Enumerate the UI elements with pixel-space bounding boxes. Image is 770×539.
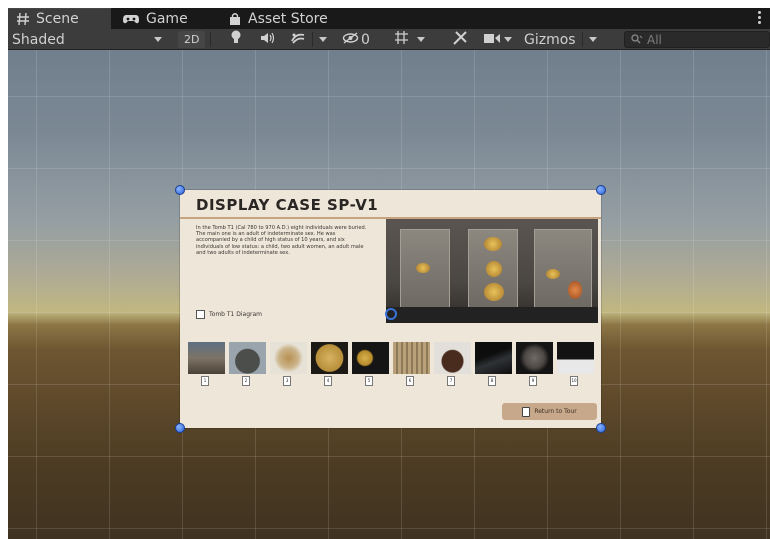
thumbnail-number: 5	[365, 376, 373, 386]
gamepad-icon	[122, 12, 140, 26]
audio-toggle-button[interactable]	[260, 29, 276, 50]
tab-asset-store-label: Asset Store	[248, 10, 328, 27]
chevron-down-icon	[504, 37, 512, 42]
lightbulb-icon	[230, 30, 242, 49]
scene-visibility-toggle[interactable]: 0	[342, 29, 370, 50]
chevron-down-icon	[417, 37, 425, 42]
pivot-handle[interactable]	[385, 308, 397, 320]
tab-game[interactable]: Game	[114, 8, 200, 29]
artifact-thumbnail[interactable]	[270, 342, 307, 374]
camera-icon	[484, 32, 500, 48]
thumbnail-number: 2	[242, 376, 250, 386]
tomb-diagram-label: Tomb T1 Diagram	[209, 311, 263, 318]
artifact-thumbnail[interactable]	[352, 342, 389, 374]
hash-icon	[16, 12, 30, 26]
tab-bar: Scene Game Asset Store	[8, 8, 770, 29]
effects-icon	[290, 31, 306, 49]
effects-dropdown[interactable]	[290, 29, 327, 50]
grid-icon	[394, 30, 409, 49]
gizmos-label: Gizmos	[524, 31, 576, 48]
search-placeholder: All	[647, 32, 662, 47]
thumbnail-number: 10	[570, 376, 578, 386]
shading-mode-dropdown[interactable]: Shaded	[12, 29, 162, 50]
camera-dropdown[interactable]	[484, 29, 512, 50]
more-options-icon[interactable]	[758, 11, 762, 25]
artifact-thumbnail[interactable]	[311, 342, 348, 374]
tab-scene[interactable]: Scene	[8, 8, 111, 29]
rect-handle-top-left[interactable]	[175, 185, 185, 195]
lighting-toggle-button[interactable]	[230, 29, 242, 50]
wrench-icon	[452, 30, 468, 50]
tomb-diagram-link[interactable]: Tomb T1 Diagram	[196, 310, 262, 319]
door-icon	[522, 406, 531, 417]
rect-handle-bottom-right[interactable]	[596, 423, 606, 433]
artifact-thumbnail[interactable]	[475, 342, 512, 374]
thumbnail-number: 6	[406, 376, 414, 386]
shopping-bag-icon	[228, 12, 242, 26]
thumbnail-number: 4	[324, 376, 332, 386]
speaker-icon	[260, 32, 276, 48]
hidden-count: 0	[361, 31, 370, 48]
artifact-thumbnail[interactable]	[229, 342, 266, 374]
scene-toolbar: Shaded 2D 0 Gizmos All	[8, 29, 770, 50]
artifact-thumbnail[interactable]	[434, 342, 471, 374]
hidden-eye-icon	[342, 31, 359, 48]
tab-game-label: Game	[146, 10, 188, 27]
thumbnail-number: 8	[488, 376, 496, 386]
thumbnail-number: 1	[201, 376, 209, 386]
artifact-thumbnail[interactable]	[188, 342, 225, 374]
thumbnail-number: 7	[447, 376, 455, 386]
thumbnail-number: 9	[529, 376, 537, 386]
gizmos-dropdown[interactable]: Gizmos	[524, 29, 597, 50]
toggle-2d-button[interactable]: 2D	[178, 31, 206, 48]
chevron-down-icon	[588, 37, 597, 42]
document-icon	[196, 310, 205, 319]
tab-asset-store[interactable]: Asset Store	[220, 8, 350, 29]
scene-viewport[interactable]: DISPLAY CASE SP-V1 In the Tomb T1 (Cal 7…	[8, 50, 770, 539]
search-input[interactable]: All	[624, 31, 770, 48]
tab-scene-label: Scene	[36, 11, 79, 27]
display-case-photo	[386, 219, 598, 323]
return-to-tour-label: Return to Tour	[534, 408, 577, 415]
toggle-2d-label: 2D	[184, 33, 200, 46]
shading-mode-label: Shaded	[12, 31, 65, 48]
chevron-down-icon	[154, 37, 162, 42]
grid-dropdown[interactable]	[394, 29, 425, 50]
artifact-thumbnail[interactable]	[393, 342, 430, 374]
return-to-tour-button[interactable]: Return to Tour	[502, 403, 597, 420]
artifact-thumbnail[interactable]	[557, 342, 594, 374]
rect-handle-top-right[interactable]	[596, 185, 606, 195]
scene-window: Scene Game Asset Store Shaded 2D 0 Gizmo…	[8, 8, 770, 539]
rect-handle-bottom-left[interactable]	[175, 423, 185, 433]
search-icon	[631, 33, 643, 47]
panel-title: DISPLAY CASE SP-V1	[196, 196, 379, 214]
thumbnail-number: 3	[283, 376, 291, 386]
panel-description: In the Tomb T1 (Cal 780 to 970 A.D.) eig…	[196, 225, 367, 256]
tools-button[interactable]	[452, 29, 468, 50]
artifact-thumbnail-strip: 1 2 3 4 5 6 7 8 9 10	[186, 342, 600, 386]
chevron-down-icon	[319, 37, 327, 42]
artifact-thumbnail[interactable]	[516, 342, 553, 374]
